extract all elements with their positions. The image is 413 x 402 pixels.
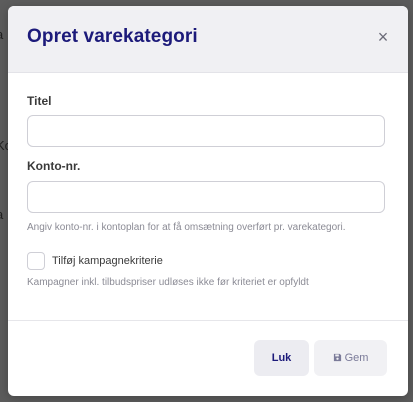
account-number-help: Angiv konto-nr. i kontoplan for at få om…	[27, 222, 346, 233]
dialog-title: Opret varekategori	[27, 26, 198, 47]
save-button[interactable]: Gem	[314, 340, 387, 376]
account-number-input[interactable]	[27, 181, 385, 213]
title-label: Titel	[27, 94, 52, 108]
campaign-criteria-help: Kampagner inkl. tilbudspriser udløses ik…	[27, 277, 309, 288]
close-icon[interactable]: ×	[372, 26, 394, 48]
floppy-disk-icon	[333, 353, 341, 362]
title-input[interactable]	[27, 115, 385, 147]
background-text-fragment: Ko	[0, 138, 8, 152]
dialog-header: Opret varekategori ×	[8, 6, 408, 73]
save-button-label: Gem	[344, 352, 369, 364]
close-button[interactable]: Luk	[254, 340, 309, 376]
campaign-criteria-checkbox[interactable]	[27, 252, 45, 270]
create-category-dialog: Opret varekategori × Titel Konto-nr. Ang…	[8, 6, 408, 396]
account-number-label: Konto-nr.	[27, 159, 81, 173]
background-text-fragment: a	[0, 27, 8, 41]
background-text-fragment: a	[0, 207, 8, 221]
campaign-criteria-label[interactable]: Tilføj kampagnekriterie	[52, 255, 163, 267]
footer-divider	[8, 320, 408, 321]
